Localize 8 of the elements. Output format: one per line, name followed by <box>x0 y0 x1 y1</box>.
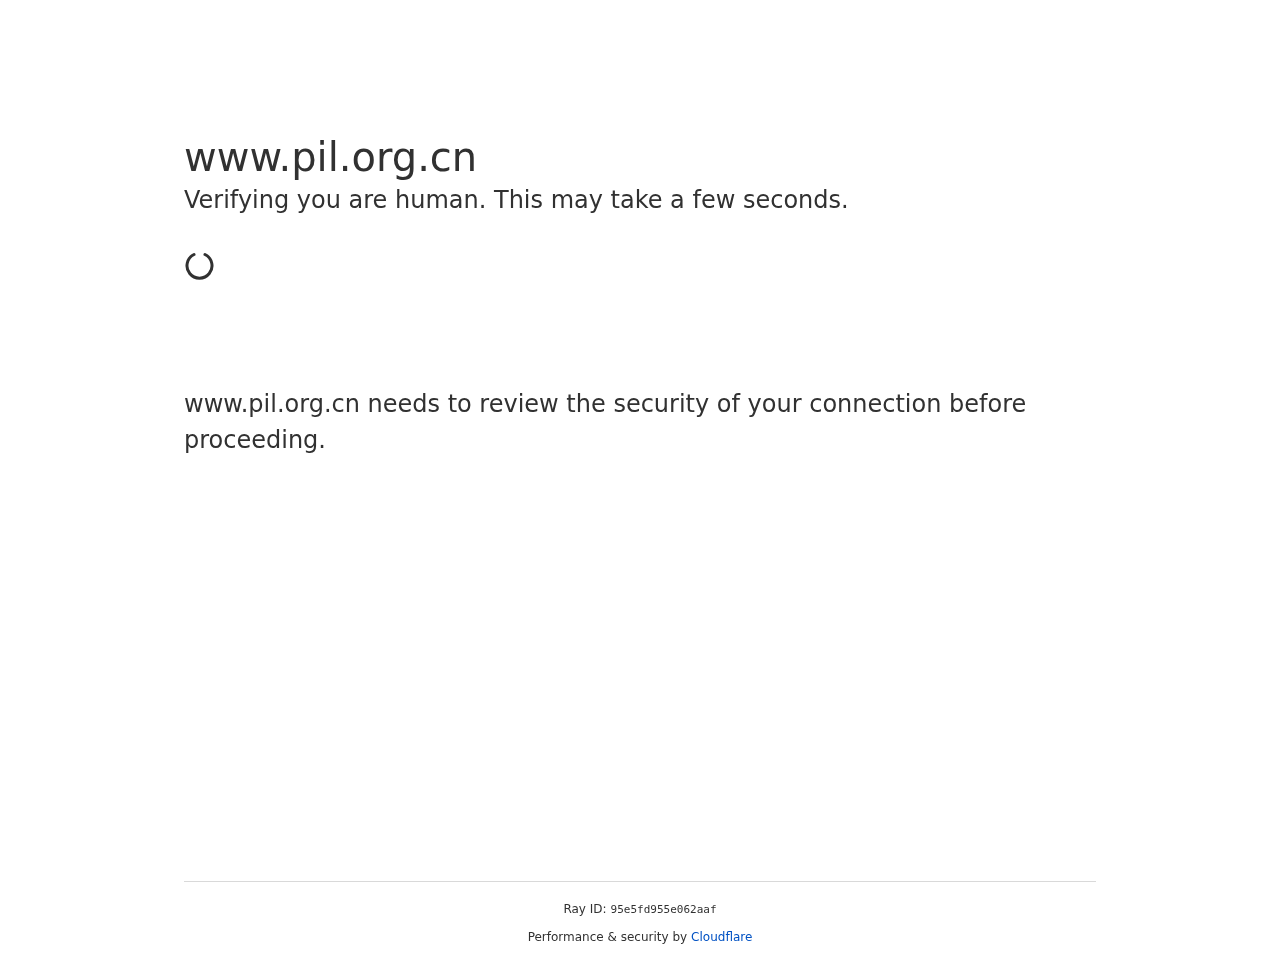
loading-spinner-icon <box>184 250 215 281</box>
ray-id-label: Ray ID: <box>563 900 607 918</box>
site-title: www.pil.org.cn <box>184 133 479 181</box>
ray-id: 95e5fd955e062aaf <box>610 901 717 918</box>
verification-text: Verifying you are human. This may take a few seconds. <box>184 185 850 215</box>
security-message: www.pil.org.cn needs to review the security of your connection before proceeding. <box>184 389 1028 456</box>
credit-text: Performance & security by <box>527 929 688 946</box>
cloudflare-link[interactable]: Cloudflare <box>691 928 753 946</box>
